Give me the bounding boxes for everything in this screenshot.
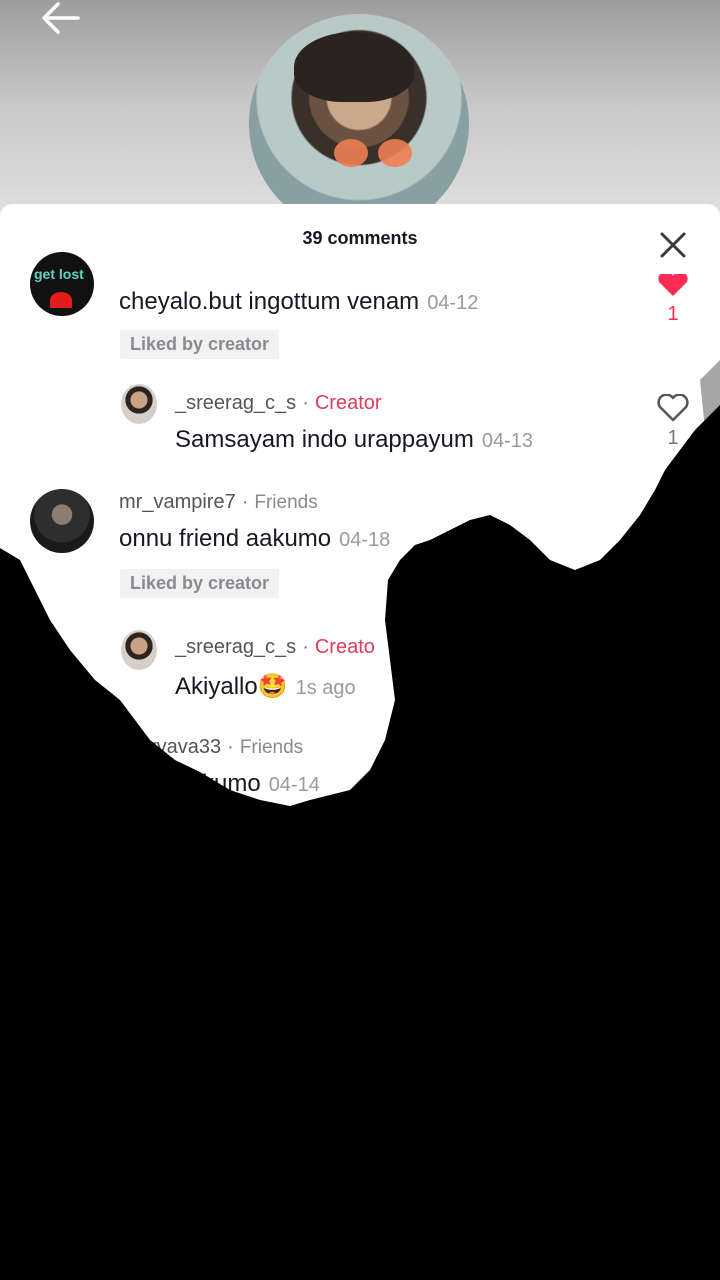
- close-icon: [660, 232, 686, 258]
- reply-author-line: _sreerag_c_s · Creator: [175, 392, 382, 415]
- reply-item[interactable]: _sreerag_c_s · Creator Samsayam indo urapp…: [0, 382, 720, 462]
- comment-author-line: mr_vampire7 · Friends: [119, 491, 318, 514]
- comment-date: 04-18: [339, 529, 391, 551]
- avatar[interactable]: [121, 384, 157, 424]
- heart-outline-icon: [657, 393, 689, 422]
- username[interactable]: _sreerag_c_s: [175, 636, 296, 658]
- separator-dot: ·: [227, 736, 234, 758]
- friends-badge: Friends: [254, 492, 318, 513]
- avatar[interactable]: get lost: [30, 252, 94, 316]
- reply-item[interactable]: _sreerag_c_s · Creato Akiyallo🤩 1s ago: [0, 628, 720, 708]
- comment-date: 04-13: [481, 430, 533, 452]
- comment-item[interactable]: rvava33 · Friends kkumo 04-14: [0, 734, 720, 814]
- comment-item[interactable]: get lost cheyalo.but ingottum venam 04-12…: [0, 252, 720, 374]
- separator-dot: ·: [241, 491, 249, 513]
- friends-badge: Friends: [239, 737, 304, 758]
- comment-text-line: Samsayam indo urappayum 04-13: [175, 426, 533, 454]
- avatar[interactable]: [121, 630, 157, 670]
- profile-avatar[interactable]: [249, 14, 469, 234]
- comment-text-line: onnu friend aakumo 04-18: [119, 525, 390, 553]
- avatar-text: get lost: [34, 266, 84, 282]
- comment-item[interactable]: mr_vampire7 · Friends onnu friend aakumo 04…: [0, 489, 720, 599]
- like-button[interactable]: 1: [653, 393, 693, 450]
- like-count: 1: [667, 427, 679, 449]
- back-arrow-icon: [42, 2, 80, 34]
- back-button[interactable]: [38, 0, 82, 40]
- avatar-mark: [50, 292, 72, 308]
- comments-count: 39 comments: [302, 228, 418, 248]
- comment-text: Akiyallo: [175, 673, 258, 700]
- heart-filled-icon: [658, 271, 688, 296]
- comment-date: 04-12: [427, 292, 479, 314]
- comment-text: kkumo: [190, 770, 261, 797]
- comment-text: onnu friend aakumo: [119, 525, 332, 552]
- comment-text-line: Akiyallo🤩 1s ago: [175, 672, 356, 701]
- username[interactable]: _sreerag_c_s: [175, 392, 296, 414]
- comment-text-line: kkumo 04-14: [190, 770, 320, 798]
- emoji: 🤩: [257, 673, 288, 700]
- creator-badge: Creato: [314, 636, 375, 658]
- comment-text-line: cheyalo.but ingottum venam 04-12: [119, 288, 478, 316]
- separator-dot: ·: [302, 636, 309, 658]
- comment-date: 1s ago: [295, 677, 356, 699]
- close-button[interactable]: [656, 228, 690, 262]
- like-button[interactable]: 1: [653, 271, 693, 326]
- comment-author-line: rvava33 · Friends: [150, 736, 303, 759]
- liked-by-creator-badge: Liked by creator: [120, 330, 280, 359]
- avatar-hair: [294, 32, 414, 102]
- username[interactable]: mr_vampire7: [119, 491, 236, 513]
- reply-author-line: _sreerag_c_s · Creato: [175, 636, 375, 659]
- comment-date: 04-14: [268, 774, 320, 796]
- liked-by-creator-badge: Liked by creator: [120, 569, 280, 598]
- avatar-glasses: [334, 139, 412, 169]
- avatar[interactable]: [30, 489, 94, 553]
- separator-dot: ·: [302, 392, 309, 414]
- comment-text: cheyalo.but ingottum venam: [119, 288, 420, 315]
- creator-badge: Creator: [314, 392, 382, 414]
- comments-sheet: 39 comments get lost cheyalo.but ingottu…: [0, 204, 720, 1280]
- like-count: 1: [667, 303, 679, 325]
- username[interactable]: rvava33: [150, 736, 221, 758]
- comment-text: Samsayam indo urappayum: [175, 426, 474, 453]
